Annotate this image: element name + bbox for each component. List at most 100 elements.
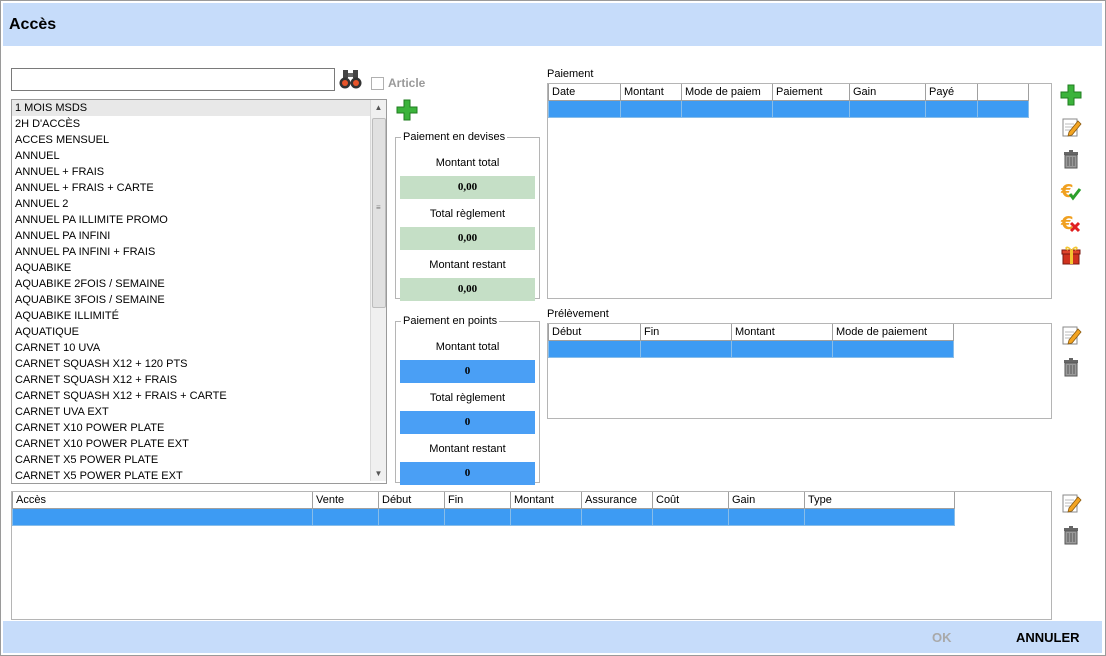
payment-grid[interactable]: Date Montant Mode de paiem Paiement Gain… bbox=[547, 83, 1052, 299]
access-list-scrollbar[interactable]: ▲ ≡ ▼ bbox=[370, 100, 386, 481]
list-item[interactable]: CARNET X10 POWER PLATE EXT bbox=[12, 436, 386, 452]
points-payment-group: Paiement en points Montant total 0 Total… bbox=[395, 315, 540, 485]
list-item[interactable]: ANNUEL PA INFINI + FRAIS bbox=[12, 244, 386, 260]
column-header-payment-mode[interactable]: Mode de paiem bbox=[681, 84, 773, 101]
window-title: Accès bbox=[9, 16, 57, 33]
search-input[interactable] bbox=[11, 68, 335, 91]
list-item[interactable]: AQUABIKE 3FOIS / SEMAINE bbox=[12, 292, 386, 308]
list-item[interactable]: CARNET SQUASH X12 + FRAIS bbox=[12, 372, 386, 388]
table-cell[interactable] bbox=[548, 100, 621, 118]
table-cell[interactable] bbox=[312, 508, 379, 526]
column-header-end[interactable]: Fin bbox=[640, 324, 732, 341]
scroll-up-icon[interactable]: ▲ bbox=[371, 100, 386, 115]
column-header-amount[interactable]: Montant bbox=[620, 84, 682, 101]
list-item[interactable]: 2H D'ACCÈS bbox=[12, 116, 386, 132]
gift-button[interactable] bbox=[1060, 244, 1082, 266]
table-row[interactable] bbox=[548, 340, 954, 358]
list-item[interactable]: ANNUEL PA INFINI bbox=[12, 228, 386, 244]
list-item[interactable]: 1 MOIS MSDS bbox=[12, 100, 386, 116]
column-header-type[interactable]: Type bbox=[804, 492, 955, 509]
article-checkbox[interactable] bbox=[371, 77, 384, 90]
list-item[interactable]: ANNUEL PA ILLIMITE PROMO bbox=[12, 212, 386, 228]
delete-access-button[interactable] bbox=[1060, 524, 1082, 546]
validate-payment-button[interactable]: € bbox=[1060, 180, 1082, 202]
article-checkbox-label: Article bbox=[388, 76, 426, 90]
column-header-payment[interactable]: Paiement bbox=[772, 84, 850, 101]
column-header-gain[interactable]: Gain bbox=[849, 84, 926, 101]
column-header-start[interactable]: Début bbox=[548, 324, 641, 341]
list-item[interactable]: CARNET X10 POWER PLATE bbox=[12, 420, 386, 436]
table-cell[interactable] bbox=[444, 508, 511, 526]
scroll-thumb[interactable]: ≡ bbox=[372, 118, 386, 308]
table-row[interactable] bbox=[12, 508, 955, 526]
footer-bar: OK ANNULER bbox=[3, 621, 1102, 653]
column-header-payment-mode[interactable]: Mode de paiement bbox=[832, 324, 954, 341]
column-header-paid[interactable]: Payé bbox=[925, 84, 978, 101]
list-item[interactable]: CARNET 10 UVA bbox=[12, 340, 386, 356]
list-item[interactable]: ANNUEL bbox=[12, 148, 386, 164]
table-cell[interactable] bbox=[772, 100, 850, 118]
delete-payment-button[interactable] bbox=[1060, 148, 1082, 170]
table-cell[interactable] bbox=[804, 508, 955, 526]
table-cell[interactable] bbox=[581, 508, 653, 526]
list-item[interactable]: CARNET X5 POWER PLATE bbox=[12, 452, 386, 468]
access-table: Accès Vente Début Fin Montant Assurance … bbox=[12, 492, 955, 526]
list-item[interactable]: CARNET X5 POWER PLATE EXT bbox=[12, 468, 386, 483]
column-header-sale[interactable]: Vente bbox=[312, 492, 379, 509]
table-cell[interactable] bbox=[731, 340, 833, 358]
column-header-end[interactable]: Fin bbox=[444, 492, 511, 509]
plus-icon bbox=[396, 99, 418, 121]
list-item[interactable]: CARNET UVA EXT bbox=[12, 404, 386, 420]
list-item[interactable]: AQUATIQUE bbox=[12, 324, 386, 340]
points-total-label: Montant total bbox=[435, 341, 500, 353]
list-item[interactable]: AQUABIKE 2FOIS / SEMAINE bbox=[12, 276, 386, 292]
edit-icon bbox=[1062, 326, 1082, 345]
table-cell[interactable] bbox=[378, 508, 445, 526]
table-cell[interactable] bbox=[832, 340, 954, 358]
cancel-button[interactable]: ANNULER bbox=[1016, 630, 1080, 645]
table-cell[interactable] bbox=[925, 100, 978, 118]
column-header-cost[interactable]: Coût bbox=[652, 492, 729, 509]
table-cell[interactable] bbox=[12, 508, 313, 526]
table-cell[interactable] bbox=[977, 100, 1029, 118]
add-payment-button[interactable] bbox=[1060, 84, 1082, 106]
column-header-amount[interactable]: Montant bbox=[731, 324, 833, 341]
table-cell[interactable] bbox=[681, 100, 773, 118]
column-header-gain[interactable]: Gain bbox=[728, 492, 805, 509]
table-cell[interactable] bbox=[640, 340, 732, 358]
list-item[interactable]: CARNET SQUASH X12 + FRAIS + CARTE bbox=[12, 388, 386, 404]
table-cell[interactable] bbox=[849, 100, 926, 118]
binoculars-icon[interactable] bbox=[338, 68, 364, 90]
table-cell[interactable] bbox=[620, 100, 682, 118]
table-cell[interactable] bbox=[728, 508, 805, 526]
cancel-payment-button[interactable]: € bbox=[1060, 212, 1082, 234]
list-item[interactable]: AQUABIKE ILLIMITÉ bbox=[12, 308, 386, 324]
add-access-button[interactable] bbox=[396, 99, 418, 121]
column-header-start[interactable]: Début bbox=[378, 492, 445, 509]
column-header-extra[interactable] bbox=[977, 84, 1029, 101]
list-item[interactable]: AQUABIKE bbox=[12, 260, 386, 276]
list-item[interactable]: ANNUEL 2 bbox=[12, 196, 386, 212]
list-item[interactable]: ACCES MENSUEL bbox=[12, 132, 386, 148]
table-row[interactable] bbox=[548, 100, 1029, 118]
access-list[interactable]: 1 MOIS MSDS 2H D'ACCÈS ACCES MENSUEL ANNUEL… bbox=[11, 99, 387, 484]
table-cell[interactable] bbox=[548, 340, 641, 358]
column-header-access[interactable]: Accès bbox=[12, 492, 313, 509]
scroll-down-icon[interactable]: ▼ bbox=[371, 466, 386, 481]
delete-debit-button[interactable] bbox=[1060, 356, 1082, 378]
column-header-date[interactable]: Date bbox=[548, 84, 621, 101]
table-cell[interactable] bbox=[510, 508, 582, 526]
access-grid[interactable]: Accès Vente Début Fin Montant Assurance … bbox=[11, 491, 1052, 620]
ok-button[interactable]: OK bbox=[932, 630, 952, 645]
table-cell[interactable] bbox=[652, 508, 729, 526]
edit-debit-button[interactable] bbox=[1060, 324, 1082, 346]
edit-payment-button[interactable] bbox=[1060, 116, 1082, 138]
debit-grid[interactable]: Début Fin Montant Mode de paiement bbox=[547, 323, 1052, 419]
list-item[interactable]: CARNET SQUASH X12 + 120 PTS bbox=[12, 356, 386, 372]
currency-remaining-label: Montant restant bbox=[429, 259, 506, 271]
list-item[interactable]: ANNUEL + FRAIS bbox=[12, 164, 386, 180]
column-header-insurance[interactable]: Assurance bbox=[581, 492, 653, 509]
edit-access-button[interactable] bbox=[1060, 492, 1082, 514]
column-header-amount[interactable]: Montant bbox=[510, 492, 582, 509]
list-item[interactable]: ANNUEL + FRAIS + CARTE bbox=[12, 180, 386, 196]
